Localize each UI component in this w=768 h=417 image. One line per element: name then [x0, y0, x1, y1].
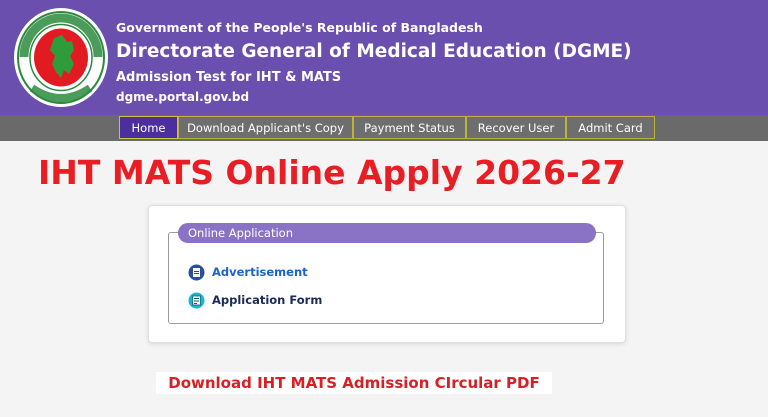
pdf-icon: [188, 264, 205, 281]
nav-admit-card[interactable]: Admit Card: [566, 116, 655, 139]
nav-download-applicant-copy[interactable]: Download Applicant's Copy: [178, 116, 353, 139]
government-seal-icon: [14, 8, 108, 107]
download-circular-link[interactable]: Download IHT MATS Admission CIrcular PDF: [156, 372, 552, 394]
page-title: IHT MATS Online Apply 2026-27: [38, 153, 626, 192]
application-form-label[interactable]: Application Form: [212, 293, 322, 307]
nav-home[interactable]: Home: [119, 116, 178, 139]
panel-legend: Online Application: [178, 223, 596, 243]
application-form-link[interactable]: Application Form: [188, 291, 322, 309]
nav-recover-user[interactable]: Recover User: [466, 116, 566, 139]
government-name: Government of the People's Republic of B…: [116, 20, 483, 35]
main-nav: Home Download Applicant's Copy Payment S…: [0, 115, 768, 141]
form-icon: [188, 292, 205, 309]
directorate-title: Directorate General of Medical Education…: [116, 41, 632, 62]
admission-subtitle: Admission Test for IHT & MATS: [116, 70, 342, 85]
nav-payment-status[interactable]: Payment Status: [353, 116, 466, 139]
portal-domain: dgme.portal.gov.bd: [116, 90, 250, 104]
advertisement-label[interactable]: Advertisement: [212, 265, 308, 279]
advertisement-link[interactable]: Advertisement: [188, 263, 308, 281]
site-header: Government of the People's Republic of B…: [0, 0, 768, 115]
